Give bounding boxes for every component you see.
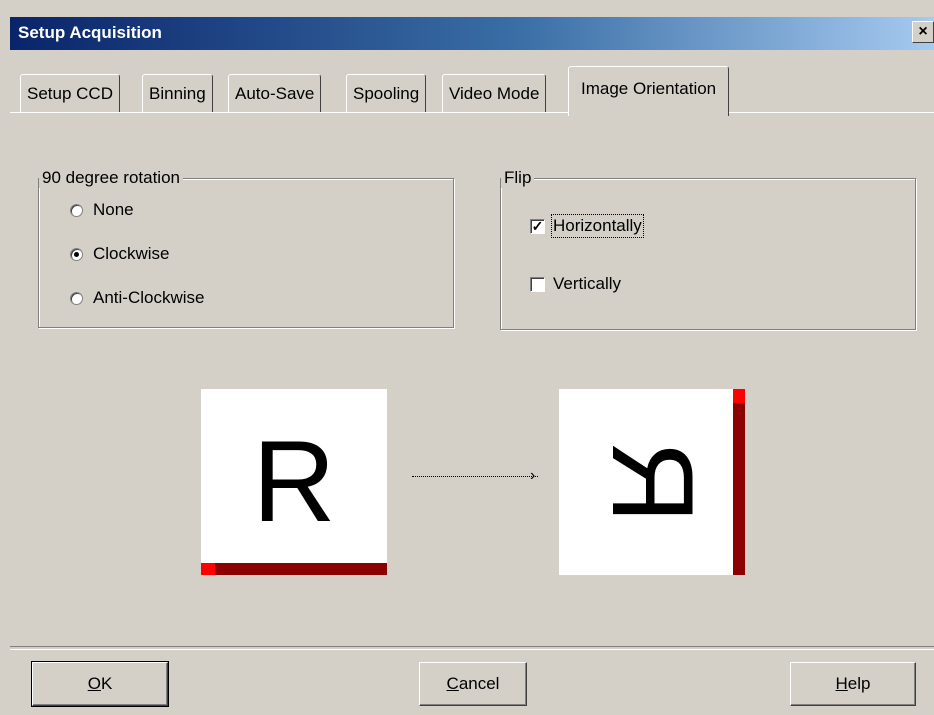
checkbox-label: Vertically [553,274,622,293]
rotation-group-title: 90 degree rotation [39,168,183,188]
arrow-line [412,476,538,477]
checkbox-icon[interactable] [530,276,545,292]
tab-label: Image Orientation [581,79,717,98]
radio-label: Anti-Clockwise [93,288,205,307]
tab-spooling[interactable]: Spooling [346,74,427,112]
tab-label: Spooling [353,84,420,103]
radio-button-icon[interactable] [70,291,83,305]
title-bar: Setup Acquisition × [10,17,934,50]
help-mnemonic: H [835,674,848,693]
ok-label: K [100,674,113,693]
radio-button-icon[interactable] [70,203,83,217]
radio-label: Clockwise [93,244,170,263]
source-edge-marker [201,563,387,575]
close-button[interactable]: × [912,21,934,43]
radio-clockwise[interactable]: Clockwise [70,244,170,264]
checkbox-checked-icon[interactable]: ✓ [530,218,545,234]
result-glyph: R [588,440,716,524]
tab-auto-save[interactable]: Auto-Save [228,74,322,112]
window-title: Setup Acquisition [18,23,162,42]
arrow-head-icon: › [530,467,536,484]
checkbox-horizontally[interactable]: ✓ Horizontally [530,214,644,238]
close-icon: × [918,23,928,40]
result-edge-marker [733,389,745,575]
tab-label: Setup CCD [27,84,113,103]
source-preview: R [201,389,387,575]
flip-group-title: Flip [501,168,535,188]
ok-button[interactable]: OK [31,661,169,707]
tab-setup-ccd[interactable]: Setup CCD [20,74,120,112]
help-button[interactable]: Help [790,662,916,706]
tab-video-mode[interactable]: Video Mode [442,74,547,112]
result-corner-marker [733,389,745,403]
tab-label: Video Mode [449,84,540,103]
cancel-mnemonic: C [446,674,459,693]
radio-button-selected-icon[interactable] [70,247,83,261]
checkbox-vertically[interactable]: Vertically [530,274,621,294]
radio-anti-clockwise[interactable]: Anti-Clockwise [70,288,204,308]
ok-mnemonic: O [87,674,101,693]
tab-label: Auto-Save [235,84,315,103]
tab-binning[interactable]: Binning [142,74,213,112]
tab-label: Binning [149,84,206,103]
radio-label: None [93,200,134,219]
source-glyph: R [252,418,336,546]
cancel-label: ancel [458,674,500,693]
checkbox-label: Horizontally [551,214,644,238]
cancel-button[interactable]: Cancel [419,662,527,706]
source-corner-marker [201,563,215,575]
separator [10,646,934,650]
result-preview: R [559,389,745,575]
help-label: elp [847,674,871,693]
radio-none[interactable]: None [70,200,134,220]
flip-group: Flip [500,168,916,330]
tab-image-orientation[interactable]: Image Orientation [568,66,730,116]
